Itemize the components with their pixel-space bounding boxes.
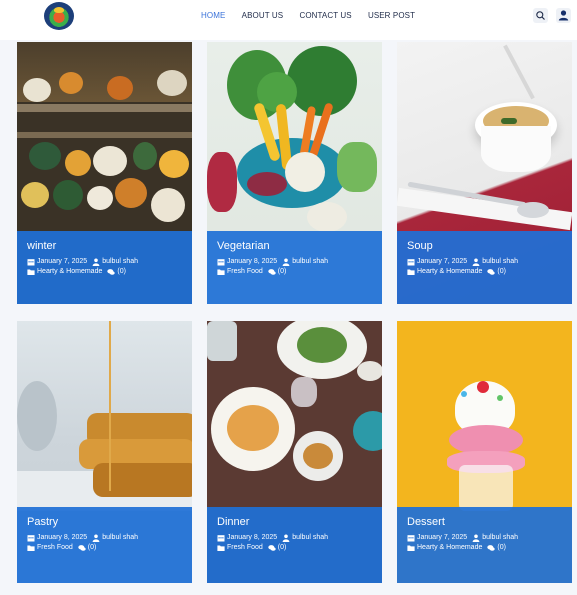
post-author[interactable]: bulbul shah xyxy=(482,257,518,267)
post-card-soup[interactable]: Soup January 7, 2025 bulbul shah Hearty … xyxy=(397,42,572,304)
post-meta-row-1: January 7, 2025 bulbul shah xyxy=(407,533,562,543)
post-title[interactable]: Pastry xyxy=(27,516,182,528)
post-meta-row-1: January 7, 2025 bulbul shah xyxy=(407,257,562,267)
post-comment-count[interactable]: (0) xyxy=(278,543,287,553)
post-meta-row-2: Fresh Food (0) xyxy=(27,543,182,553)
nav-about-us[interactable]: ABOUT US xyxy=(242,11,284,20)
calendar-icon xyxy=(407,259,415,266)
post-meta-row-2: Hearty & Homemade (0) xyxy=(407,543,562,553)
post-comment-count[interactable]: (0) xyxy=(497,267,506,277)
site-logo[interactable] xyxy=(44,2,74,30)
post-author[interactable]: bulbul shah xyxy=(292,257,328,267)
folder-icon xyxy=(407,545,415,551)
nav-home[interactable]: HOME xyxy=(201,11,225,20)
nav-contact-us[interactable]: CONTACT US xyxy=(299,11,351,20)
post-meta-row-1: January 8, 2025 bulbul shah xyxy=(217,533,372,543)
post-card-winter[interactable]: winter January 7, 2025 bulbul shah Heart… xyxy=(17,42,192,304)
post-title[interactable]: Vegetarian xyxy=(217,240,372,252)
folder-icon xyxy=(27,269,35,275)
post-card-vegetarian[interactable]: Vegetarian January 8, 2025 bulbul shah F… xyxy=(207,42,382,304)
user-icon xyxy=(282,534,290,542)
post-author[interactable]: bulbul shah xyxy=(102,257,138,267)
post-meta-row-1: January 7, 2025 bulbul shah xyxy=(27,257,182,267)
post-meta-row-2: Hearty & Homemade (0) xyxy=(27,267,182,277)
post-category[interactable]: Fresh Food xyxy=(37,543,73,553)
post-date: January 7, 2025 xyxy=(417,258,468,265)
folder-icon xyxy=(217,545,225,551)
comments-icon xyxy=(487,269,496,275)
user-icon xyxy=(558,10,569,21)
post-category[interactable]: Hearty & Homemade xyxy=(417,267,482,277)
folder-icon xyxy=(407,269,415,275)
post-meta-row-1: January 8, 2025 bulbul shah xyxy=(217,257,372,267)
calendar-icon xyxy=(217,535,225,542)
post-author[interactable]: bulbul shah xyxy=(482,533,518,543)
comments-icon xyxy=(268,269,276,275)
folder-icon xyxy=(27,545,35,551)
post-category[interactable]: Hearty & Homemade xyxy=(417,543,482,553)
post-meta-row-1: January 8, 2025 bulbul shah xyxy=(27,533,182,543)
post-meta-row-2: Fresh Food (0) xyxy=(217,267,372,277)
main-nav: HOME ABOUT US CONTACT US USER POST xyxy=(201,11,429,20)
post-meta-row-2: Fresh Food (0) xyxy=(217,543,372,553)
post-card-dinner[interactable]: Dinner January 8, 2025 bulbul shah Fresh… xyxy=(207,321,382,583)
post-category[interactable]: Fresh Food xyxy=(227,543,263,553)
post-date: January 7, 2025 xyxy=(417,534,468,541)
comments-icon xyxy=(487,545,496,551)
user-icon xyxy=(282,258,290,266)
post-info-overlay: Dessert January 7, 2025 bulbul shah Hear… xyxy=(397,507,572,583)
post-comment-count[interactable]: (0) xyxy=(497,543,506,553)
comments-icon xyxy=(107,269,116,275)
post-date: January 8, 2025 xyxy=(227,258,278,265)
user-account-button[interactable] xyxy=(556,8,571,23)
post-date: January 8, 2025 xyxy=(37,534,88,541)
post-info-overlay: Soup January 7, 2025 bulbul shah Hearty … xyxy=(397,231,572,304)
post-comment-count[interactable]: (0) xyxy=(88,543,97,553)
post-title[interactable]: winter xyxy=(27,240,182,252)
post-info-overlay: winter January 7, 2025 bulbul shah Heart… xyxy=(17,231,192,304)
post-category[interactable]: Hearty & Homemade xyxy=(37,267,102,277)
post-card-pastry[interactable]: Pastry January 8, 2025 bulbul shah Fresh… xyxy=(17,321,192,583)
post-author[interactable]: bulbul shah xyxy=(102,533,138,543)
post-comment-count[interactable]: (0) xyxy=(278,267,287,277)
post-date: January 8, 2025 xyxy=(227,534,278,541)
nav-user-post[interactable]: USER POST xyxy=(368,11,415,20)
calendar-icon xyxy=(217,259,225,266)
post-card-dessert[interactable]: Dessert January 7, 2025 bulbul shah Hear… xyxy=(397,321,572,583)
calendar-icon xyxy=(27,259,35,266)
post-meta-row-2: Hearty & Homemade (0) xyxy=(407,267,562,277)
post-title[interactable]: Soup xyxy=(407,240,562,252)
search-icon xyxy=(536,11,545,20)
site-header: HOME ABOUT US CONTACT US USER POST xyxy=(0,0,577,40)
user-icon xyxy=(472,534,480,542)
logo-leaf-icon xyxy=(54,7,64,13)
calendar-icon xyxy=(407,535,415,542)
user-icon xyxy=(92,534,100,542)
post-date: January 7, 2025 xyxy=(37,258,88,265)
post-info-overlay: Dinner January 8, 2025 bulbul shah Fresh… xyxy=(207,507,382,583)
post-info-overlay: Pastry January 8, 2025 bulbul shah Fresh… xyxy=(17,507,192,583)
post-title[interactable]: Dessert xyxy=(407,516,562,528)
comments-icon xyxy=(78,545,86,551)
user-icon xyxy=(472,258,480,266)
user-icon xyxy=(92,258,100,266)
post-category[interactable]: Fresh Food xyxy=(227,267,263,277)
post-comment-count[interactable]: (0) xyxy=(117,267,126,277)
calendar-icon xyxy=(27,535,35,542)
post-author[interactable]: bulbul shah xyxy=(292,533,328,543)
post-title[interactable]: Dinner xyxy=(217,516,372,528)
search-button[interactable] xyxy=(533,8,548,23)
folder-icon xyxy=(217,269,225,275)
comments-icon xyxy=(268,545,276,551)
post-info-overlay: Vegetarian January 8, 2025 bulbul shah F… xyxy=(207,231,382,304)
